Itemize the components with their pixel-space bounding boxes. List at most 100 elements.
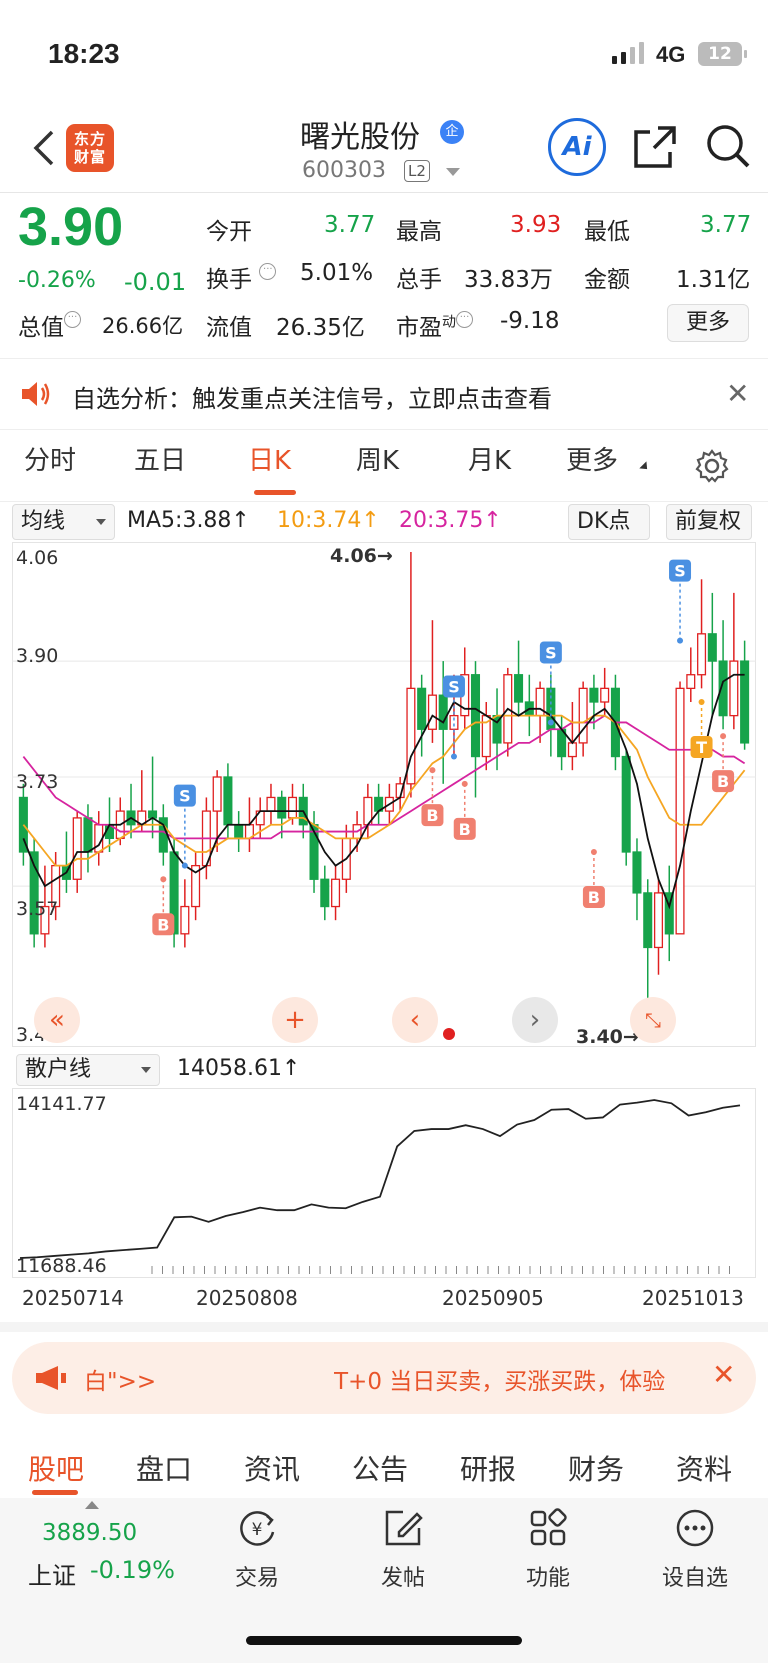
dk-button[interactable]: DK点 (568, 504, 650, 540)
candle (653, 879, 664, 975)
candle (621, 749, 631, 866)
sub-indicator-select[interactable]: 散户线 (16, 1054, 160, 1086)
adjust-button[interactable]: 前复权 (666, 504, 752, 540)
candle (697, 579, 707, 689)
index-value[interactable]: 3889.50 (42, 1520, 137, 1546)
sub-min: 11688.46 (16, 1255, 107, 1277)
volume-label: 总手 (396, 267, 442, 293)
index-name[interactable]: 上证 (28, 1556, 76, 1591)
signal-b: B (582, 849, 605, 908)
back-icon[interactable] (28, 128, 60, 168)
tab-five-day[interactable]: 五日 (134, 440, 186, 477)
gear-icon[interactable] (694, 448, 730, 488)
tab-pankou[interactable]: 盘口 (136, 1448, 192, 1488)
promo-banner[interactable]: 白">> T+0 当日买卖，买涨买跌，体验 ✕ (12, 1342, 756, 1414)
grid-icon[interactable] (503, 1506, 593, 1554)
tab-indicator (254, 490, 296, 495)
pe-label: 市盈动 ··· (396, 308, 473, 342)
index-change[interactable]: -0.19% (90, 1556, 175, 1584)
tab-profile[interactable]: 资料 (676, 1448, 732, 1488)
nav-function[interactable]: 功能 (503, 1560, 593, 1592)
low-marker: 3.40→ (576, 1026, 639, 1048)
ai-button[interactable]: Ai (548, 118, 606, 176)
signal-s: S (669, 559, 692, 644)
ma5-legend: MA5:3.88↑ (127, 508, 250, 533)
more-button[interactable]: 更多 (667, 304, 749, 342)
rewind-button[interactable]: « (34, 997, 80, 1043)
info-icon[interactable]: ··· (456, 311, 473, 328)
tab-fenshi[interactable]: 分时 (24, 440, 76, 477)
float-cap-label: 流值 (206, 315, 252, 341)
svg-text:B: B (717, 772, 729, 791)
candle (331, 865, 341, 921)
stock-name: 曙光股份 (300, 120, 420, 155)
prev-button[interactable]: ‹ (392, 997, 438, 1043)
home-indicator (246, 1636, 522, 1645)
retail-line-chart[interactable] (12, 1088, 756, 1278)
kline-svg: SBBSBSBSTB (12, 542, 756, 1047)
turnover-label: 换手 ··· (206, 260, 277, 294)
candle (191, 852, 201, 921)
tab-day-k[interactable]: 日K (248, 440, 291, 477)
notice-bar[interactable]: 自选分析：触发重点关注信号，立即点击查看 ✕ (0, 358, 768, 430)
svg-text:B: B (588, 888, 600, 907)
tab-announcement[interactable]: 公告 (352, 1448, 408, 1488)
candle (148, 756, 158, 839)
candle (632, 838, 642, 921)
y-tick: 4.06 (16, 547, 59, 569)
ma10-legend: 10:3.74↑ (277, 508, 380, 533)
open-label: 今开 (206, 219, 252, 245)
candle (374, 783, 384, 825)
tab-guba[interactable]: 股吧 (28, 1448, 84, 1488)
candle (427, 620, 437, 743)
signal-icon (612, 42, 648, 64)
candle (514, 640, 524, 716)
volume-value: 33.83万 (464, 267, 553, 293)
amount-value: 1.31亿 (676, 267, 751, 293)
share-icon[interactable] (632, 124, 678, 174)
clock: 18:23 (48, 38, 120, 69)
change-value: -0.01 (124, 268, 187, 296)
tab-week-k[interactable]: 周K (356, 440, 399, 477)
candle (61, 831, 71, 893)
info-icon[interactable]: ··· (259, 263, 277, 280)
date-label: 20250905 (442, 1286, 544, 1310)
svg-text:B: B (157, 915, 169, 934)
level2-badge[interactable]: L2 (404, 160, 430, 182)
expand-icon[interactable]: ⤡ (630, 997, 676, 1043)
yuan-swap-icon[interactable]: ¥ (212, 1506, 302, 1554)
svg-text:¥: ¥ (252, 1520, 263, 1540)
tab-research[interactable]: 研报 (460, 1448, 516, 1488)
nav-trade[interactable]: 交易 (212, 1560, 302, 1592)
chevron-down-icon (639, 461, 651, 473)
high-marker: 4.06→ (330, 545, 393, 567)
nav-post[interactable]: 发帖 (358, 1560, 448, 1592)
tab-finance[interactable]: 财务 (568, 1448, 624, 1488)
status-bar: 18:23 4G 12 (0, 0, 768, 110)
tab-month-k[interactable]: 月K (468, 440, 511, 477)
y-tick: 3.73 (16, 771, 59, 793)
candle (234, 811, 244, 852)
kline-chart[interactable]: SBBSBSBSTB (12, 542, 756, 1047)
ma-select[interactable]: 均线 (12, 504, 115, 540)
info-icon[interactable]: ··· (64, 311, 81, 328)
svg-text:B: B (459, 820, 471, 839)
tab-more[interactable]: 更多 (566, 440, 618, 477)
svg-text:S: S (674, 562, 686, 581)
close-icon[interactable]: ✕ (726, 377, 749, 410)
candle (481, 702, 491, 771)
search-icon[interactable] (704, 122, 752, 174)
close-icon[interactable]: ✕ (712, 1358, 735, 1391)
y-tick: 3.57 (16, 898, 59, 920)
zoom-in-button[interactable]: + (272, 997, 318, 1043)
promo-left-text: 白">> (84, 1369, 157, 1395)
tab-news[interactable]: 资讯 (244, 1448, 300, 1488)
svg-text:S: S (545, 643, 557, 662)
more-dots-icon[interactable] (650, 1506, 740, 1554)
candle (643, 879, 653, 1002)
chevron-up-icon[interactable] (85, 1501, 99, 1509)
edit-icon[interactable] (358, 1506, 448, 1554)
chevron-down-icon[interactable] (446, 168, 460, 176)
next-button[interactable]: › (512, 997, 558, 1043)
nav-add-watchlist[interactable]: 设自选 (650, 1560, 740, 1592)
